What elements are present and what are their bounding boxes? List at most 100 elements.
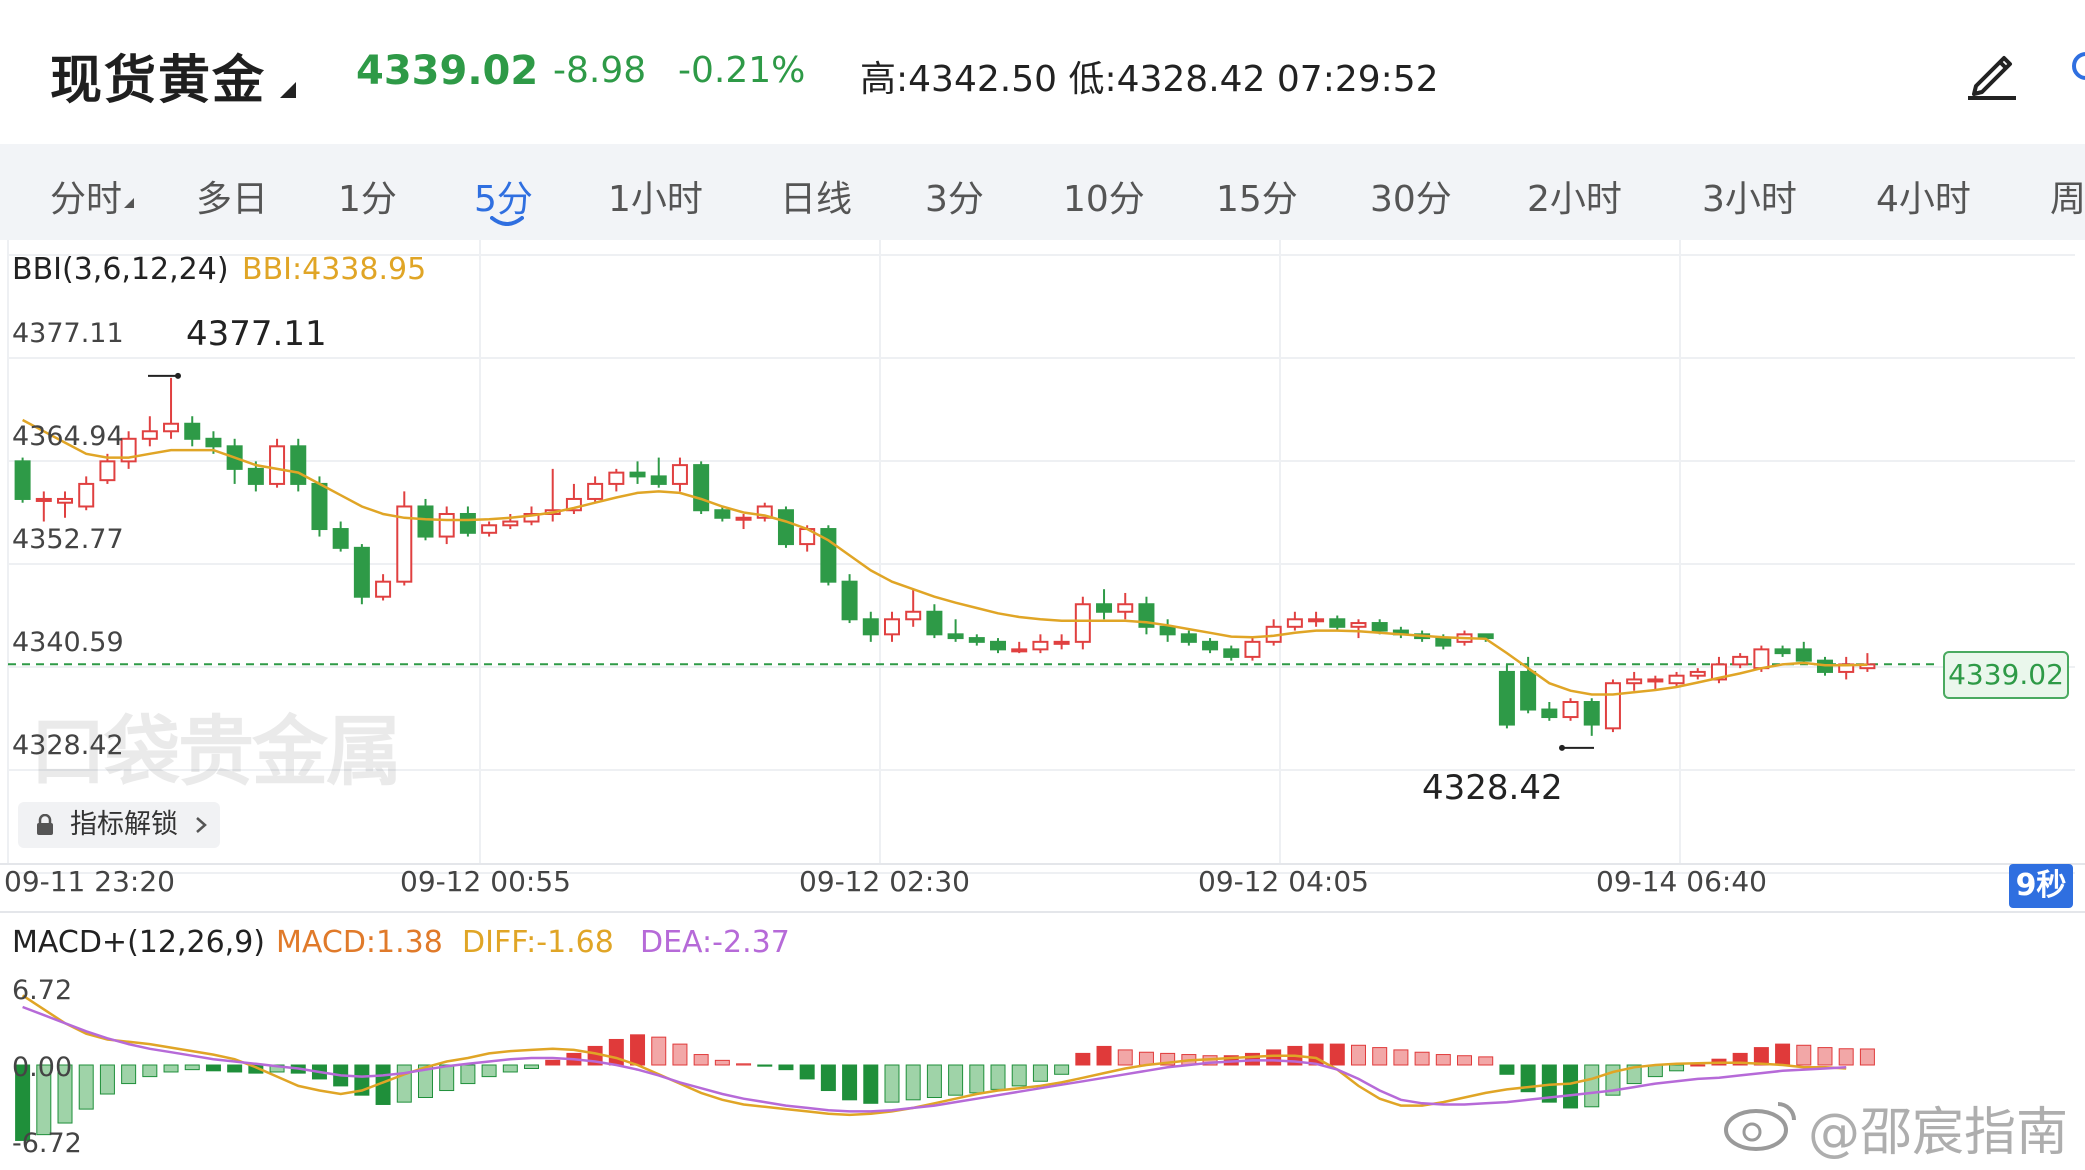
candle-body bbox=[1753, 648, 1770, 670]
candle-body bbox=[862, 618, 879, 636]
tab-30min[interactable]: 30分 bbox=[1370, 170, 1452, 222]
macd-hist-bar bbox=[608, 1038, 624, 1066]
candle-body bbox=[205, 437, 222, 448]
y-tick-label: 4364.94 bbox=[12, 421, 124, 452]
macd-hist-bar bbox=[863, 1064, 879, 1104]
candle-body bbox=[1774, 648, 1791, 655]
tab-fenshi[interactable]: 分时 bbox=[50, 170, 122, 222]
candle-body bbox=[353, 546, 370, 598]
lock-icon bbox=[37, 814, 53, 835]
dea-value: DEA:-2.37 bbox=[640, 925, 790, 960]
edit-icon[interactable] bbox=[1962, 42, 2022, 102]
candle-body bbox=[990, 640, 1007, 651]
macd-hist-bar bbox=[714, 1059, 730, 1066]
candle-body bbox=[1180, 633, 1197, 643]
y-tick-label: 4328.42 bbox=[12, 730, 124, 761]
candle-body bbox=[1308, 618, 1325, 623]
macd-hist-bar bbox=[1117, 1049, 1133, 1066]
candle-body bbox=[650, 475, 667, 485]
candle-body bbox=[269, 445, 286, 485]
candle-body bbox=[1159, 625, 1176, 636]
candle-body bbox=[947, 633, 964, 640]
candle-body bbox=[1053, 640, 1070, 645]
candle-body bbox=[141, 430, 158, 440]
candle-body bbox=[481, 524, 498, 534]
macd-hist-bar bbox=[396, 1064, 412, 1103]
candle-body bbox=[1562, 701, 1579, 719]
indicator-unlock-button[interactable]: 指标解锁 bbox=[18, 802, 220, 848]
candle-body bbox=[735, 516, 752, 521]
diff-value: DIFF:-1.68 bbox=[462, 925, 614, 960]
candle-body bbox=[1435, 637, 1452, 647]
candle-body bbox=[1732, 655, 1749, 666]
bbi-indicator-label[interactable]: BBI(3,6,12,24) bbox=[12, 252, 229, 287]
tab-daily[interactable]: 日线 bbox=[780, 170, 852, 222]
candle-body bbox=[693, 464, 710, 512]
macd-hist-bar bbox=[1372, 1047, 1388, 1066]
last-price: 4339.02 bbox=[356, 48, 539, 94]
candle-body bbox=[777, 509, 794, 546]
tab-4hour[interactable]: 4小时 bbox=[1876, 170, 1971, 222]
instrument-title[interactable]: 现货黄金 bbox=[50, 38, 266, 113]
instrument-dropdown-icon[interactable] bbox=[280, 82, 296, 98]
macd-hist-bar bbox=[884, 1064, 900, 1103]
high-price-label: 4377.11 bbox=[186, 314, 327, 354]
chevron-right-icon bbox=[196, 817, 207, 833]
macd-hist-bar bbox=[1584, 1064, 1600, 1108]
macd-hist-bar bbox=[1329, 1043, 1345, 1066]
candle-body bbox=[1520, 670, 1537, 711]
candle-body bbox=[1583, 701, 1600, 726]
candle-body bbox=[1371, 622, 1388, 632]
candle-body bbox=[290, 445, 307, 485]
tab-5min[interactable]: 5分 bbox=[474, 170, 533, 222]
tab-2hour[interactable]: 2小时 bbox=[1527, 170, 1622, 222]
current-price-tag: 4339.02 bbox=[1943, 651, 2069, 699]
candle-body bbox=[1541, 708, 1558, 719]
tab-weekly[interactable]: 周 bbox=[2050, 170, 2085, 222]
candle-body bbox=[1032, 640, 1049, 651]
macd-hist-bar bbox=[948, 1064, 964, 1096]
macd-hist-bar bbox=[1011, 1064, 1027, 1087]
tab-1hour[interactable]: 1小时 bbox=[608, 170, 703, 222]
macd-hist-bar bbox=[990, 1064, 1006, 1090]
candle-body bbox=[1498, 670, 1515, 726]
tab-10min[interactable]: 10分 bbox=[1063, 170, 1145, 222]
macd-hist-bar bbox=[184, 1064, 200, 1071]
tab-3min[interactable]: 3分 bbox=[925, 170, 984, 222]
candle-body bbox=[99, 460, 116, 482]
refresh-countdown-badge[interactable]: 9秒 bbox=[2009, 864, 2073, 908]
macd-hist-bar bbox=[630, 1034, 646, 1066]
macd-indicator-label[interactable]: MACD+(12,26,9) bbox=[12, 925, 265, 960]
candle-body bbox=[78, 482, 95, 508]
macd-hist-bar bbox=[1499, 1064, 1515, 1075]
macd-hist-bar bbox=[820, 1064, 836, 1092]
tab-3hour[interactable]: 3小时 bbox=[1702, 170, 1797, 222]
candle-body bbox=[1795, 648, 1812, 662]
tab-multi-day[interactable]: 多日 bbox=[196, 170, 268, 222]
candle-body bbox=[1350, 622, 1367, 628]
tab-15min[interactable]: 15分 bbox=[1216, 170, 1298, 222]
candle-body bbox=[311, 482, 328, 531]
macd-hist-bar bbox=[799, 1064, 815, 1080]
macd-y-tick: 6.72 bbox=[12, 975, 73, 1006]
search-icon[interactable] bbox=[2070, 46, 2085, 96]
macd-hist-bar bbox=[460, 1064, 476, 1085]
macd-hist-bar bbox=[227, 1064, 243, 1073]
price-change: -8.98 bbox=[553, 50, 647, 91]
macd-hist-bar bbox=[1775, 1043, 1791, 1066]
tab-dropdown-icon[interactable] bbox=[124, 198, 134, 208]
macd-value: MACD:1.38 bbox=[276, 925, 443, 960]
candle-body bbox=[1647, 678, 1664, 683]
high-low-time: 高:4342.50 低:4328.42 07:29:52 bbox=[860, 59, 1439, 100]
candle-body bbox=[332, 528, 349, 549]
y-tick-label: 4340.59 bbox=[12, 627, 124, 658]
macd-hist-bar bbox=[778, 1064, 794, 1071]
candle-body bbox=[608, 471, 625, 485]
macd-hist-bar bbox=[1435, 1054, 1451, 1066]
tab-1min[interactable]: 1分 bbox=[338, 170, 397, 222]
macd-hist-bar bbox=[1393, 1049, 1409, 1066]
candle-body bbox=[905, 610, 922, 621]
low-price-label: 4328.42 bbox=[1422, 768, 1563, 808]
macd-hist-bar bbox=[524, 1064, 540, 1069]
macd-hist-bar bbox=[205, 1064, 221, 1072]
